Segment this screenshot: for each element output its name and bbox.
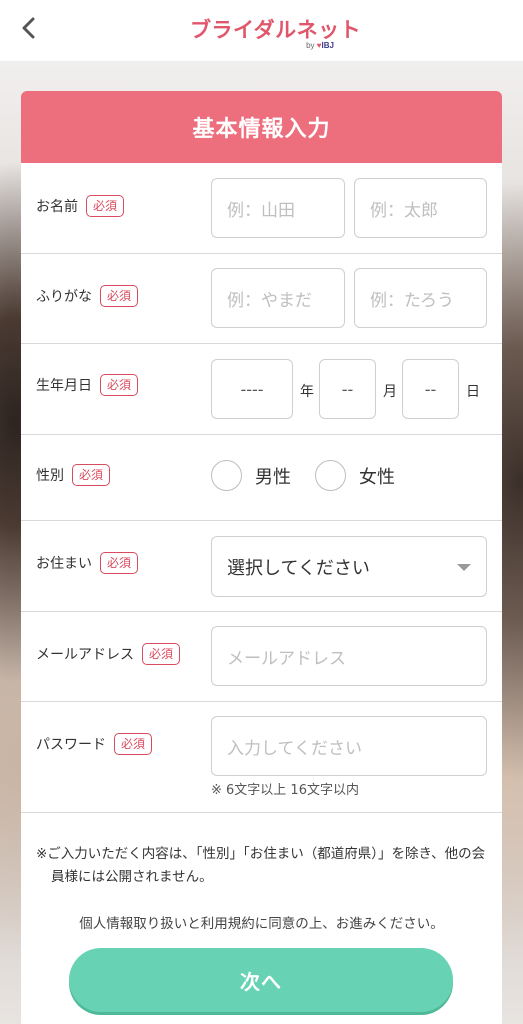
residence-row: お住まい 必須 選択してください [21, 521, 502, 612]
email-label: メールアドレス [36, 647, 134, 663]
password-row: パスワード 必須 入力してください ※ 6文字以上 16文字以内 [21, 702, 502, 813]
logo-subtitle: by ♥IBJ [306, 41, 334, 50]
app-header: ブライダルネット by ♥IBJ [0, 0, 523, 62]
form-title: 基本情報入力 [21, 91, 502, 163]
back-button[interactable] [14, 15, 44, 45]
required-badge: 必須 [100, 285, 139, 307]
password-hint: ※ 6文字以上 16文字以内 [211, 783, 359, 798]
birth-year-select[interactable]: ---- [211, 359, 293, 419]
residence-label: お住まい [36, 556, 92, 572]
day-unit: 日 [466, 384, 480, 400]
required-badge: 必須 [86, 195, 125, 217]
gender-male-label: 男性 [255, 466, 291, 488]
furigana-label: ふりがな [36, 289, 92, 305]
gender-row: 性別 必須 男性 女性 [21, 435, 502, 521]
birthdate-label: 生年月日 [36, 378, 92, 394]
year-unit: 年 [300, 384, 314, 400]
required-badge: 必須 [72, 464, 111, 486]
email-row: メールアドレス 必須 メールアドレス [21, 612, 502, 702]
required-badge: 必須 [114, 733, 153, 755]
gender-female-label: 女性 [359, 466, 395, 488]
required-badge: 必須 [100, 374, 139, 396]
app-logo: ブライダルネット by ♥IBJ [190, 14, 361, 54]
radio-circle-icon [211, 460, 242, 491]
first-name-input[interactable]: 例：太郎 [354, 178, 487, 238]
last-name-kana-input[interactable]: 例：やまだ [211, 268, 345, 328]
email-input[interactable]: メールアドレス [211, 626, 487, 686]
gender-female-radio[interactable]: 女性 [315, 460, 395, 491]
name-row: お名前 必須 例：山田 例：太郎 [21, 163, 502, 254]
residence-select[interactable]: 選択してください [211, 536, 487, 597]
first-name-kana-input[interactable]: 例：たろう [354, 268, 487, 328]
chevron-left-icon [21, 17, 37, 43]
required-badge: 必須 [100, 552, 139, 574]
next-button[interactable]: 次へ [69, 948, 453, 1012]
birth-day-select[interactable]: -- [402, 359, 459, 419]
month-unit: 月 [383, 384, 397, 400]
logo-text: ブライダルネット [190, 18, 362, 42]
dropdown-caret-icon [457, 564, 471, 571]
gender-male-radio[interactable]: 男性 [211, 460, 291, 491]
name-label: お名前 [36, 199, 78, 215]
birthdate-row: 生年月日 必須 ---- 年 -- 月 -- 日 [21, 344, 502, 435]
required-badge: 必須 [142, 643, 181, 665]
logo-by-text: by [306, 41, 315, 50]
gender-label: 性別 [36, 468, 64, 484]
radio-circle-icon [315, 460, 346, 491]
logo-brand-text: IBJ [321, 41, 334, 50]
last-name-input[interactable]: 例：山田 [211, 178, 345, 238]
residence-selected-value: 選択してください [227, 557, 370, 579]
form-body: お名前 必須 例：山田 例：太郎 ふりがな 必須 例：やまだ 例：たろう 生年月… [21, 163, 502, 813]
furigana-row: ふりがな 必須 例：やまだ 例：たろう [21, 254, 502, 344]
password-input[interactable]: 入力してください [211, 716, 487, 776]
password-label: パスワード [36, 737, 106, 753]
birth-month-select[interactable]: -- [319, 359, 376, 419]
